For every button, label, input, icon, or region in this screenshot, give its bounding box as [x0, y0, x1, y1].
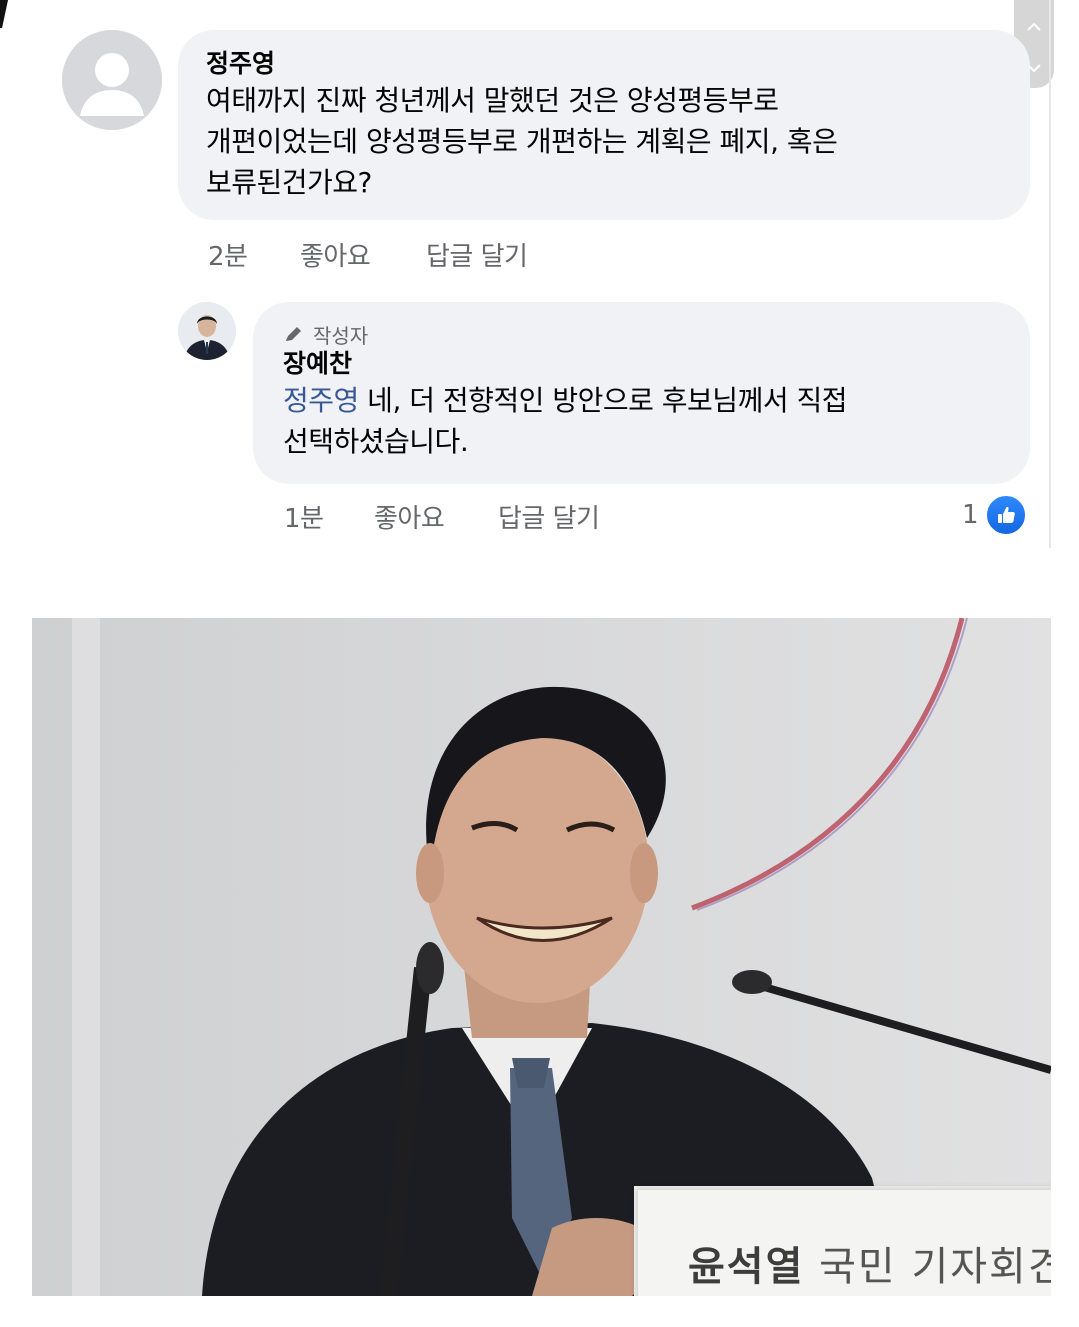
reply-actions: 1분 좋아요 답글 달기: [284, 498, 600, 535]
reply-timestamp[interactable]: 1분: [284, 498, 374, 535]
reply-text: 네, 더 전향적인 방안으로 후보님께서 직접: [358, 384, 848, 417]
reaction-count[interactable]: 1: [962, 494, 1027, 536]
reply-text-line: 정주영 네, 더 전향적인 방안으로 후보님께서 직접: [283, 380, 1000, 421]
nameplate-title: 국민 기자회견: [819, 1244, 1051, 1290]
divider: [1049, 0, 1051, 548]
mention-link[interactable]: 정주영: [283, 384, 359, 417]
replier-avatar[interactable]: [178, 302, 236, 360]
default-avatar-icon: [62, 30, 162, 130]
corner-mark: [0, 0, 8, 28]
nameplate-name: 윤석열: [688, 1244, 805, 1290]
comment-text-line: 보류된건가요?: [206, 166, 372, 199]
like-button[interactable]: 좋아요: [300, 236, 426, 273]
comment-text-line: 여태까지 진짜 청년께서 말했던 것은 양성평등부로: [206, 84, 779, 117]
nameplate: 윤석열 국민 기자회견: [638, 1190, 1051, 1296]
reply-bubble: 작성자 장예찬 정주영 네, 더 전향적인 방안으로 후보님께서 직접 선택하셨…: [253, 302, 1030, 484]
replier-avatar-image: [178, 302, 236, 360]
reply-button[interactable]: 답글 달기: [426, 236, 528, 273]
reaction-count-number: 1: [962, 500, 979, 530]
comment-text-line: 개편이었는데 양성평등부로 개편하는 계획은 폐지, 혹은: [206, 125, 838, 158]
reply-author[interactable]: 장예찬: [283, 348, 1000, 380]
press-conference-photo: 윤석열 국민 기자회견: [32, 618, 1051, 1296]
comment-timestamp[interactable]: 2분: [208, 236, 300, 273]
thumbs-up-icon: [984, 494, 1027, 536]
chevron-up-icon[interactable]: [1025, 20, 1043, 34]
author-badge-label: 작성자: [313, 323, 369, 348]
comment-author[interactable]: 정주영: [206, 48, 1002, 80]
comment-bubble: 정주영 여태까지 진짜 청년께서 말했던 것은 양성평등부로 개편이었는데 양성…: [178, 30, 1030, 220]
pencil-icon: [286, 327, 301, 341]
author-badge: 작성자: [283, 320, 1000, 348]
commenter-avatar[interactable]: [62, 30, 162, 130]
comment-actions: 2분 좋아요 답글 달기: [208, 236, 528, 273]
reply-text-line: 선택하셨습니다.: [283, 425, 469, 458]
reply-button[interactable]: 답글 달기: [498, 498, 600, 535]
like-button[interactable]: 좋아요: [374, 498, 498, 535]
